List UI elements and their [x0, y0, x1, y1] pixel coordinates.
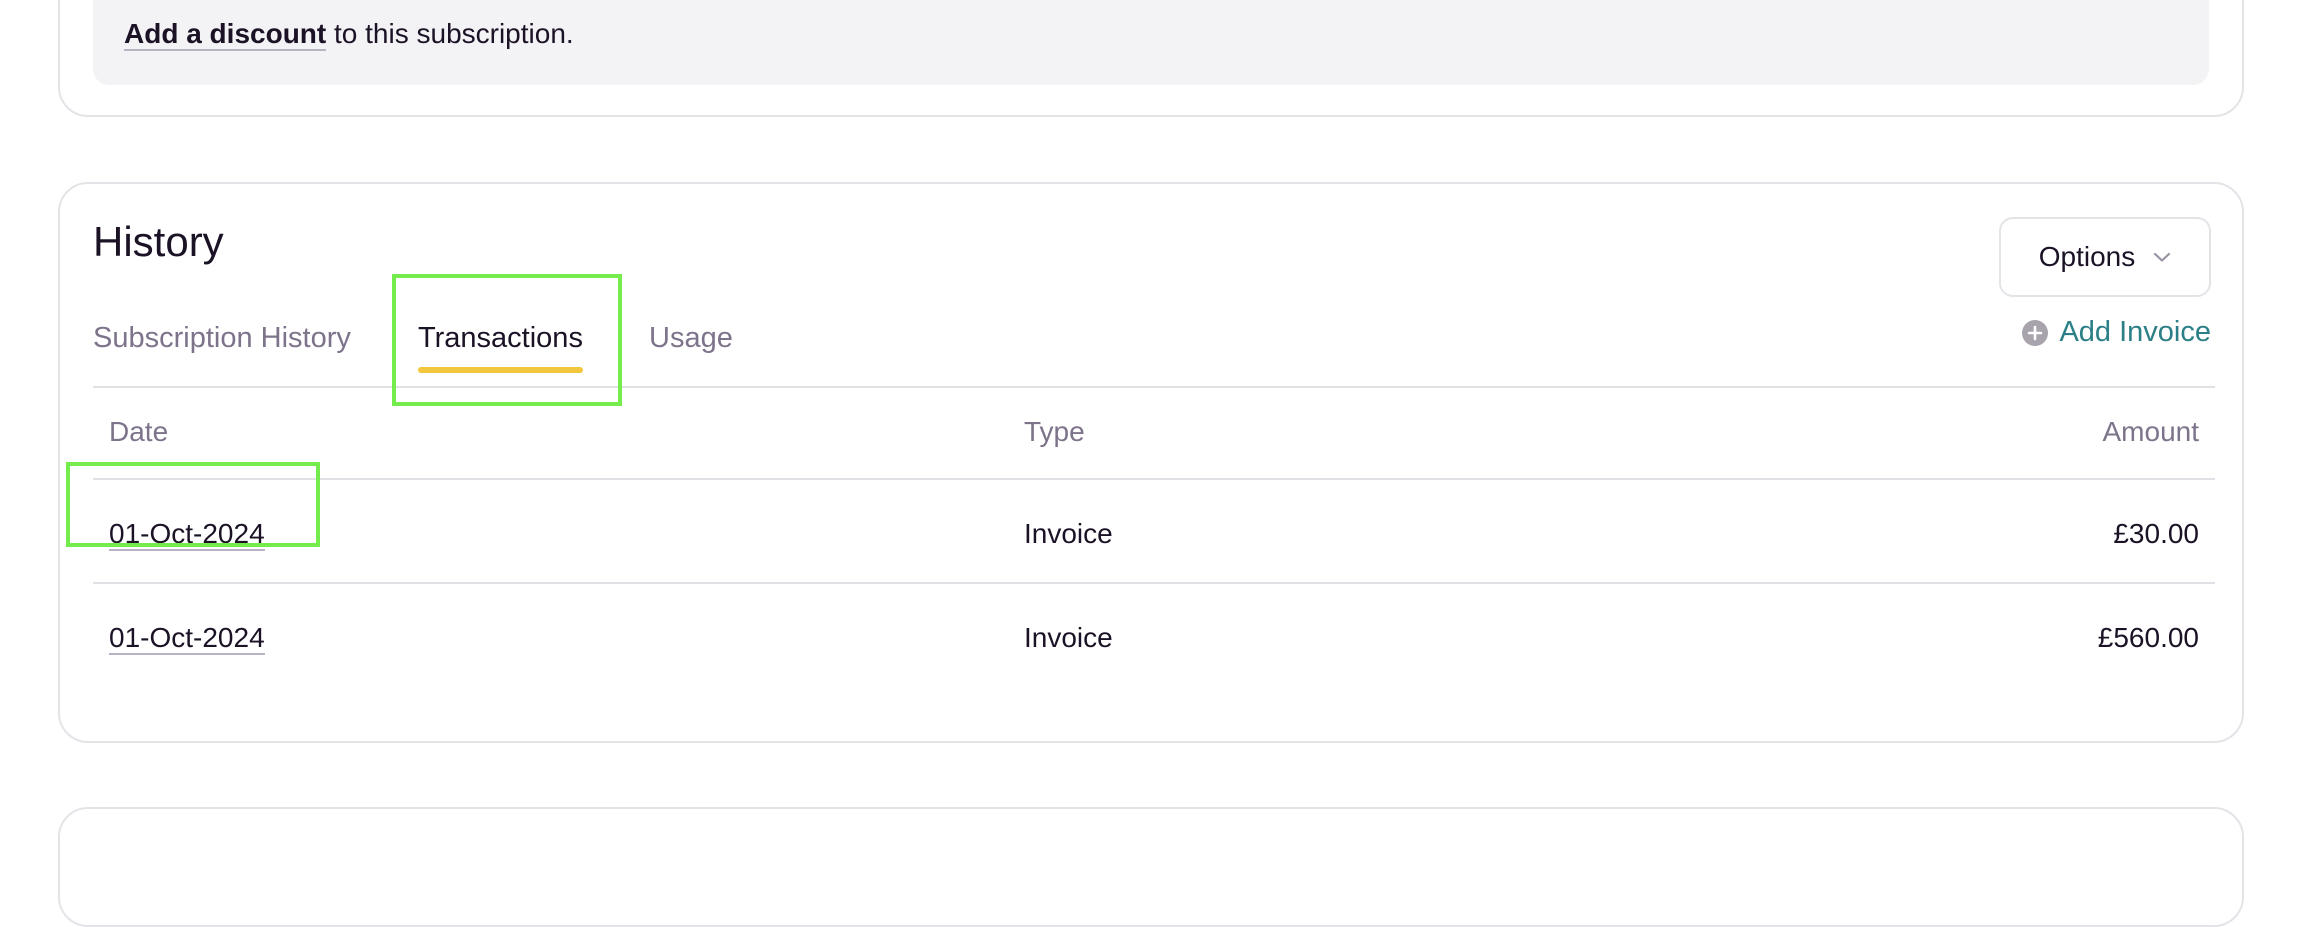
tab-subscription-history[interactable]: Subscription History [93, 314, 351, 386]
history-card: History Options Add Invoice Subscription… [58, 182, 2244, 743]
options-label: Options [2038, 241, 2136, 272]
date-cell: 01-Oct-2024 [109, 516, 265, 552]
column-header-type: Type [1024, 416, 1085, 447]
options-button[interactable]: Options [1999, 217, 2211, 297]
type-cell: Invoice [1024, 518, 1113, 549]
history-tabs: Subscription History Transactions Usage [93, 314, 2215, 388]
amount-cell: £560.00 [2097, 622, 2199, 653]
column-header-amount: Amount [2102, 416, 2200, 447]
date-cell: 01-Oct-2024 [109, 620, 265, 656]
transaction-date-link[interactable]: 01-Oct-2024 [109, 518, 265, 551]
table-row: 01-Oct-2024 Invoice £560.00 [93, 584, 2215, 688]
add-discount-link[interactable]: Add a discount [124, 18, 327, 51]
discount-text: Add a discount to this subscription. [124, 16, 574, 52]
table-header-row: Date Type Amount [93, 388, 2215, 480]
column-header-date: Date [109, 416, 169, 447]
amount-cell: £30.00 [2113, 518, 2199, 549]
transaction-date-link[interactable]: 01-Oct-2024 [109, 622, 265, 655]
transactions-table: Date Type Amount 01-Oct-2024 Invoice £30… [93, 388, 2215, 688]
discount-rest-text: to this subscription. [326, 18, 574, 49]
tab-usage[interactable]: Usage [649, 314, 733, 386]
history-title: History [93, 218, 224, 265]
type-cell: Invoice [1024, 622, 1113, 653]
chevron-down-icon [2153, 251, 2171, 263]
table-row: 01-Oct-2024 Invoice £30.00 [93, 480, 2215, 584]
tab-transactions[interactable]: Transactions [418, 314, 583, 386]
discount-card: Add a discount to this subscription. [58, 0, 2244, 117]
discount-banner: Add a discount to this subscription. [93, 0, 2209, 85]
next-card [58, 807, 2244, 927]
